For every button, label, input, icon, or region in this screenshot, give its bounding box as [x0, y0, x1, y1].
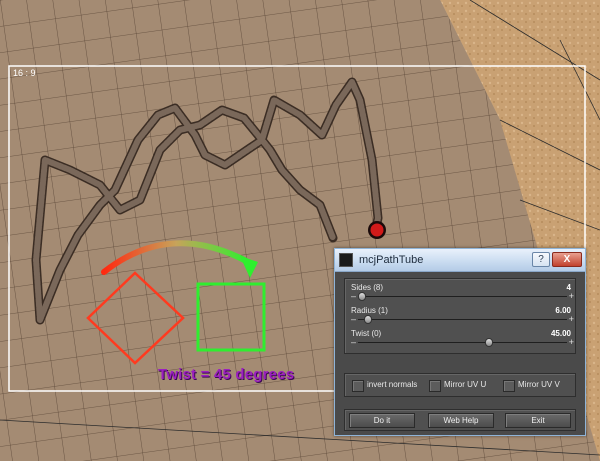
twist-minus[interactable]: – — [351, 337, 356, 347]
twist-plus[interactable]: + — [569, 337, 574, 347]
mirror-uv-u-box[interactable] — [429, 380, 441, 392]
options-panel: invert normals Mirror UV U Mirror UV V — [344, 373, 576, 397]
sides-slider-row: Sides (8) 4 – + — [351, 283, 574, 307]
do-it-button[interactable]: Do it — [349, 413, 415, 428]
invert-normals-box[interactable] — [352, 380, 364, 392]
sides-plus[interactable]: + — [569, 291, 574, 301]
radius-minus[interactable]: – — [351, 314, 356, 324]
close-button[interactable]: X — [552, 252, 582, 267]
twist-slider-thumb[interactable] — [484, 338, 493, 347]
mirror-uv-v-label: Mirror UV V — [518, 380, 560, 389]
mirror-uv-v-box[interactable] — [503, 380, 515, 392]
mcjpathtube-dialog: mcjPathTube ? X Sides (8) 4 – + Radius (… — [334, 248, 586, 436]
sliders-panel: Sides (8) 4 – + Radius (1) 6.00 – + Twis… — [344, 278, 576, 354]
radius-label: Radius (1) — [351, 306, 388, 315]
mirror-uv-u-label: Mirror UV U — [444, 380, 487, 389]
actions-panel: Do it Web Help Exit — [344, 409, 576, 431]
script-icon — [339, 253, 353, 267]
twist-slider-track[interactable] — [358, 342, 567, 343]
dialog-title: mcjPathTube — [359, 254, 424, 266]
sides-slider-thumb[interactable] — [358, 292, 367, 301]
radius-slider-track[interactable] — [358, 319, 567, 320]
invert-normals-label: invert normals — [367, 380, 418, 389]
exit-button[interactable]: Exit — [505, 413, 571, 428]
twist-caption: Twist = 45 degrees — [158, 366, 295, 383]
radius-plus[interactable]: + — [569, 314, 574, 324]
dialog-titlebar[interactable]: mcjPathTube ? X — [335, 249, 585, 272]
radius-slider-row: Radius (1) 6.00 – + — [351, 306, 574, 330]
sides-slider-track[interactable] — [358, 296, 567, 297]
help-button[interactable]: ? — [532, 252, 550, 267]
web-help-button[interactable]: Web Help — [428, 413, 494, 428]
sides-minus[interactable]: – — [351, 291, 356, 301]
aspect-ratio-label: 16 : 9 — [13, 68, 36, 78]
radius-slider-thumb[interactable] — [364, 315, 373, 324]
twist-slider-row: Twist (0) 45.00 – + — [351, 329, 574, 353]
